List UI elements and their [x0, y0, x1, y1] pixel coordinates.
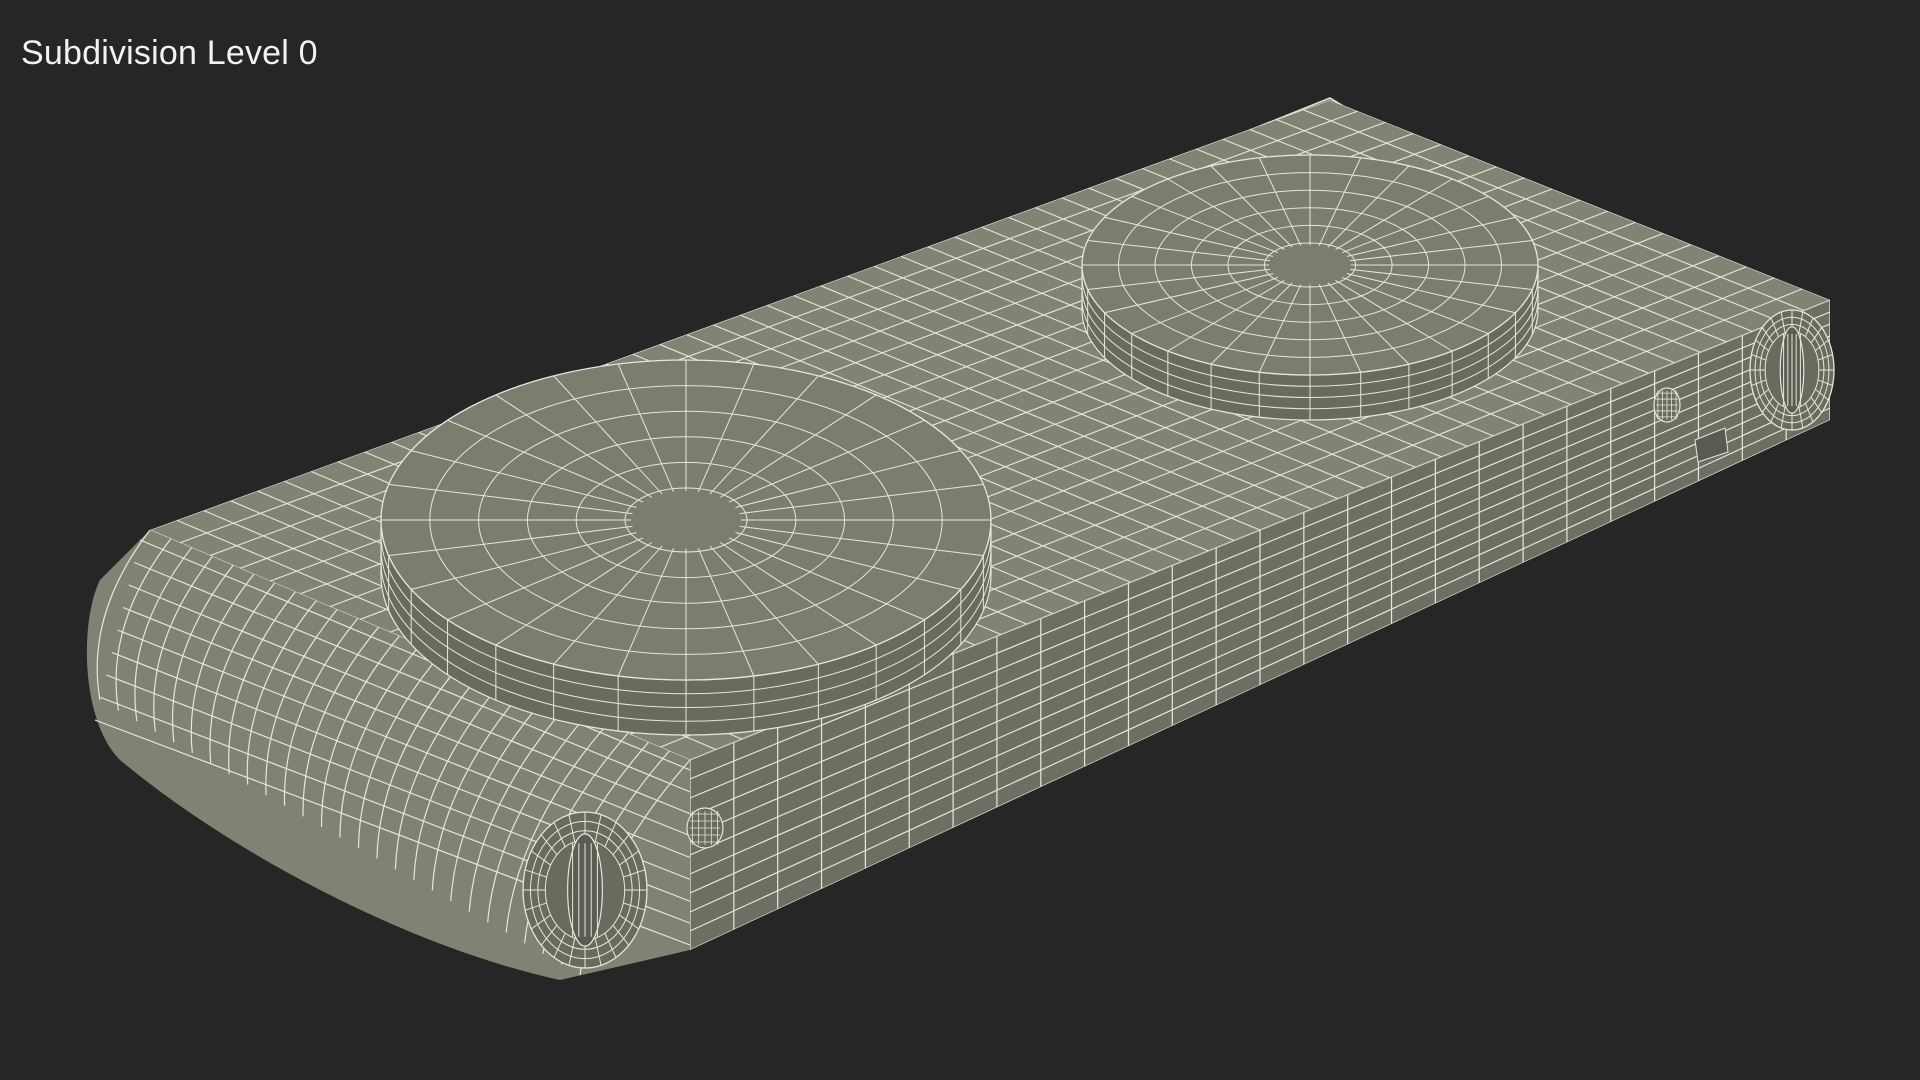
control-knob-front: [522, 811, 648, 969]
burner-plate-rear: [1081, 154, 1539, 421]
burner-plate-front: [380, 359, 992, 736]
control-knob-rear: [1749, 309, 1835, 431]
indicator-light-front: [686, 807, 724, 849]
indicator-light-rear: [1653, 387, 1681, 423]
hot-plate-wireframe-model: [86, 97, 1835, 980]
render-viewport: Subdivision Level 0: [0, 0, 1920, 1080]
